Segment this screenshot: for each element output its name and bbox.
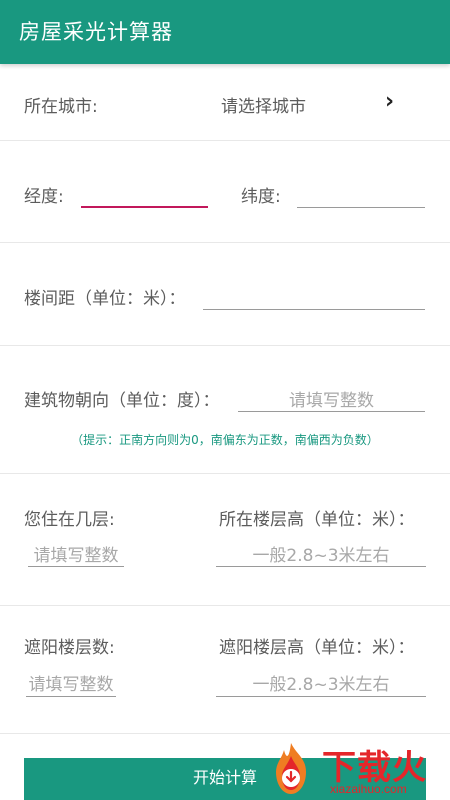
city-row[interactable]: 所在城市: 请选择城市 › (0, 64, 450, 141)
watermark-text-en: xiazaihuo.com (330, 782, 407, 796)
shade-height-input[interactable]: 一般2.8~3米左右 (216, 670, 426, 695)
distance-input[interactable] (203, 309, 425, 310)
shade-height-input-underline (216, 696, 426, 697)
coords-row: 经度: 纬度: (0, 141, 450, 243)
city-label: 所在城市: (24, 97, 98, 117)
orientation-label: 建筑物朝向（单位：度）： (24, 391, 220, 411)
distance-row: 楼间距（单位：米）： (0, 243, 450, 346)
shade-input-underline (26, 696, 116, 697)
orientation-input-underline (238, 411, 425, 412)
shade-label: 遮阳楼层数: (24, 638, 115, 658)
floor-label: 您住在几层: (24, 510, 115, 530)
fire-logo-icon (276, 743, 306, 794)
floor-row: 您住在几层: 请填写整数 所在楼层高（单位：米）： 一般2.8~3米左右 (0, 474, 450, 606)
floor-height-label: 所在楼层高（单位：米）： (219, 510, 415, 530)
latitude-label: 纬度: (241, 187, 281, 207)
floor-input-underline (28, 566, 124, 567)
chevron-right-icon[interactable]: › (385, 89, 394, 114)
orientation-input[interactable]: 请填写整数 (238, 386, 425, 411)
distance-label: 楼间距（单位：米）： (24, 289, 186, 309)
app-title: 房屋采光计算器 (19, 20, 173, 44)
floor-height-input-underline (216, 566, 426, 567)
longitude-input[interactable] (81, 206, 208, 208)
watermark-logo: 下载火 xiazaihuo.com (258, 734, 450, 800)
shade-input[interactable]: 请填写整数 (26, 670, 116, 695)
shade-row: 遮阳楼层数: 请填写整数 遮阳楼层高（单位：米）： 一般2.8~3米左右 (0, 606, 450, 734)
longitude-label: 经度: (24, 187, 64, 207)
app-bar: 房屋采光计算器 (0, 0, 450, 64)
orientation-hint: （提示：正南方向则为0，南偏东为正数，南偏西为负数） (71, 433, 379, 447)
city-value[interactable]: 请选择城市 (221, 92, 306, 117)
orientation-row: 建筑物朝向（单位：度）： 请填写整数 （提示：正南方向则为0，南偏东为正数，南偏… (0, 346, 450, 474)
latitude-input[interactable] (297, 207, 425, 208)
shade-height-label: 遮阳楼层高（单位：米）： (219, 638, 415, 658)
floor-input[interactable]: 请填写整数 (28, 541, 124, 566)
floor-height-input[interactable]: 一般2.8~3米左右 (216, 541, 426, 566)
